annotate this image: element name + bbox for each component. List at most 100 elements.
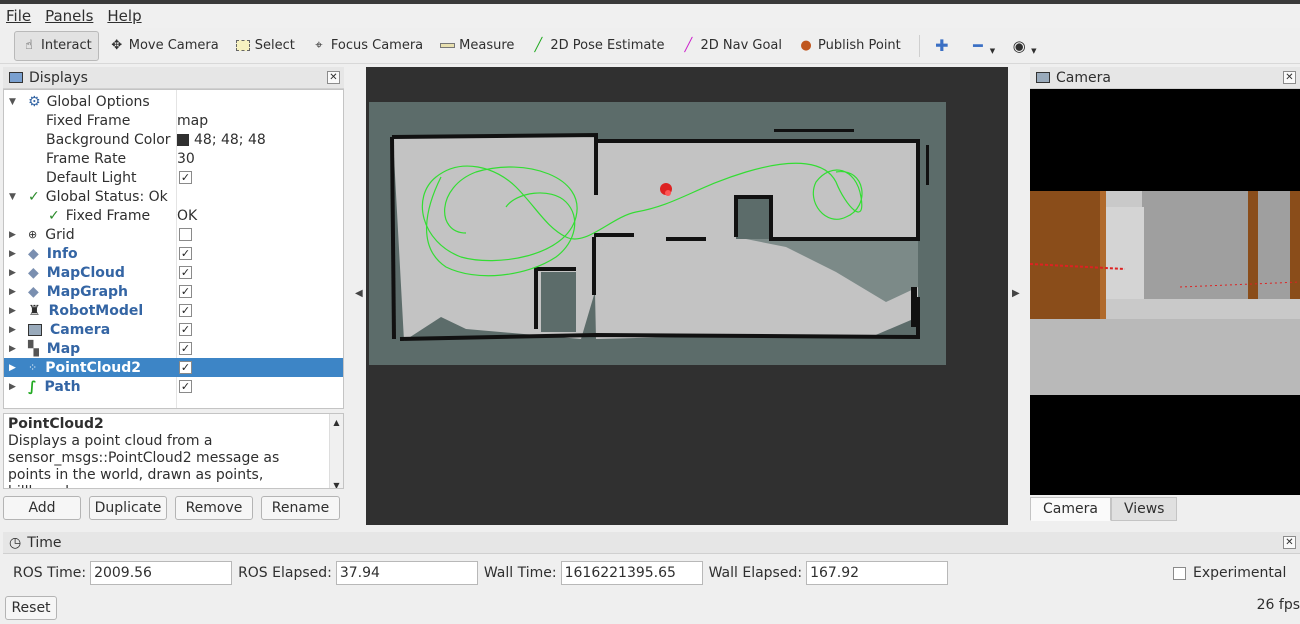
views-tool-button[interactable]: ◉ ▼ <box>1005 31 1042 61</box>
expand-arrow-icon[interactable]: ▶ <box>9 382 16 392</box>
expand-arrow-icon[interactable]: ▶ <box>9 344 16 354</box>
wall-time-field[interactable]: 1616221395.65 <box>560 561 703 585</box>
ros-elapsed-field[interactable]: 37.94 <box>335 561 478 585</box>
duplicate-button[interactable]: Duplicate <box>89 496 167 520</box>
camera-checkbox[interactable]: ✓ <box>179 323 192 336</box>
expand-arrow-icon[interactable]: ▶ <box>9 325 16 335</box>
scene-wood-pillar-left <box>1030 191 1100 319</box>
occupancy-map <box>369 102 946 365</box>
default-light-checkbox[interactable]: ✓ <box>179 171 192 184</box>
info-checkbox[interactable]: ✓ <box>179 247 192 260</box>
focus-camera-tool-button[interactable]: ⌖ Focus Camera <box>305 31 429 61</box>
tree-row-pointcloud2[interactable]: ▶ ⁘ PointCloud2 ✓ <box>4 358 343 377</box>
nav-goal-tool-button[interactable]: ╱ 2D Nav Goal <box>674 31 788 61</box>
time-panel: ◷ Time ✕ ROS Time: 2009.56 ROS Elapsed: … <box>3 532 1300 624</box>
expand-arrow-icon[interactable]: ▶ <box>9 306 16 316</box>
expand-arrow-icon[interactable]: ▶ <box>9 230 16 240</box>
pose-estimate-tool-button[interactable]: ╱ 2D Pose Estimate <box>524 31 670 61</box>
grid-checkbox[interactable] <box>179 228 192 241</box>
select-box-icon <box>235 38 251 54</box>
tree-row-path[interactable]: ▶ ∫ Path ✓ <box>4 377 343 396</box>
map-checkbox[interactable]: ✓ <box>179 342 192 355</box>
tab-views[interactable]: Views <box>1110 497 1178 521</box>
mapcloud-checkbox[interactable]: ✓ <box>179 266 192 279</box>
chevron-down-icon: ▼ <box>1031 46 1037 55</box>
scene-doorway <box>1106 207 1144 299</box>
tree-row-background-color[interactable]: Background Color 48; 48; 48 <box>4 130 343 149</box>
menu-file[interactable]: File <box>6 7 31 25</box>
mapgraph-checkbox[interactable]: ✓ <box>179 285 192 298</box>
camera-image <box>1030 89 1300 495</box>
experimental-checkbox[interactable] <box>1173 566 1186 580</box>
experimental-toggle[interactable]: Experimental <box>1173 561 1286 585</box>
frame-rate-value[interactable]: 30 <box>177 151 195 167</box>
pointcloud-icon: ⁘ <box>28 361 38 374</box>
tree-row-robotmodel[interactable]: ▶ ♜ RobotModel ✓ <box>4 301 343 320</box>
tree-row-global-options[interactable]: ▼ ⚙ Global Options <box>4 92 343 111</box>
tree-row-map[interactable]: ▶ ▚ Map ✓ <box>4 339 343 358</box>
rename-button[interactable]: Rename <box>261 496 340 520</box>
expand-arrow-icon[interactable]: ▼ <box>9 192 16 202</box>
remove-button[interactable]: Remove <box>175 496 253 520</box>
robot-marker-point <box>665 190 671 196</box>
tree-row-default-light[interactable]: Default Light ✓ <box>4 168 343 187</box>
tree-row-mapcloud[interactable]: ▶ ◆ MapCloud ✓ <box>4 263 343 282</box>
robot-icon: ♜ <box>28 302 41 319</box>
tool-bar: ☝ Interact ✥ Move Camera Select ⌖ Focus Cam… <box>0 28 1300 64</box>
tree-row-frame-rate[interactable]: Frame Rate 30 <box>4 149 343 168</box>
check-icon: ✓ <box>48 207 60 224</box>
path-icon: ∫ <box>28 378 37 395</box>
monitor-icon <box>9 72 23 83</box>
tree-row-camera[interactable]: ▶ Camera ✓ <box>4 320 343 339</box>
expand-arrow-icon[interactable]: ▶ <box>9 363 16 373</box>
remove-tool-button[interactable]: ━ ▼ <box>964 31 1001 61</box>
camera-icon <box>1036 72 1050 83</box>
check-icon: ✓ <box>28 188 40 205</box>
render-viewport[interactable] <box>366 67 1008 525</box>
collapse-left-icon[interactable]: ◀ <box>355 288 363 299</box>
close-icon[interactable]: ✕ <box>327 71 340 84</box>
ros-time-field[interactable]: 2009.56 <box>90 561 233 585</box>
crosshair-icon: ⌖ <box>315 38 323 53</box>
wall-elapsed-field[interactable]: 167.92 <box>806 561 949 585</box>
time-panel-title: ◷ Time ✕ <box>3 532 1300 554</box>
expand-arrow-icon[interactable]: ▶ <box>9 287 16 297</box>
menu-help[interactable]: Help <box>107 7 141 25</box>
tree-row-mapgraph[interactable]: ▶ ◆ MapGraph ✓ <box>4 282 343 301</box>
collapse-right-icon[interactable]: ▶ <box>1012 288 1020 299</box>
move-arrows-icon: ✥ <box>111 38 123 53</box>
menu-bar: File Panels Help <box>0 4 1300 28</box>
reset-button[interactable]: Reset <box>5 596 57 620</box>
toolbar-separator <box>918 34 920 57</box>
menu-panels[interactable]: Panels <box>45 7 93 25</box>
pointcloud2-checkbox[interactable]: ✓ <box>179 361 192 374</box>
publish-point-tool-button[interactable]: ● Publish Point <box>792 31 907 61</box>
add-button[interactable]: Add <box>3 496 81 520</box>
interact-tool-button[interactable]: ☝ Interact <box>14 30 99 61</box>
move-camera-tool-button[interactable]: ✥ Move Camera <box>103 31 225 61</box>
select-tool-button[interactable]: Select <box>229 31 301 61</box>
path-checkbox[interactable]: ✓ <box>179 380 192 393</box>
tree-row-info[interactable]: ▶ ◆ Info ✓ <box>4 244 343 263</box>
expand-arrow-icon[interactable]: ▶ <box>9 249 16 259</box>
tree-row-global-status[interactable]: ▼ ✓ Global Status: Ok <box>4 187 343 206</box>
close-icon[interactable]: ✕ <box>1283 71 1296 84</box>
expand-arrow-icon[interactable]: ▼ <box>9 97 16 107</box>
close-icon[interactable]: ✕ <box>1283 536 1296 549</box>
tab-camera[interactable]: Camera <box>1030 497 1111 521</box>
color-swatch <box>177 133 189 146</box>
expand-arrow-icon[interactable]: ▶ <box>9 268 16 278</box>
robotmodel-checkbox[interactable]: ✓ <box>179 304 192 317</box>
displays-panel: Displays ✕ ▼ ⚙ Global Options Fixed Frame… <box>3 67 344 527</box>
camera-tabs: Camera Views <box>1030 497 1178 521</box>
fixed-frame-value[interactable]: map <box>177 113 208 129</box>
description-scrollbar[interactable]: ▲ ▼ <box>329 414 343 488</box>
scroll-down-icon[interactable]: ▼ <box>330 477 343 488</box>
add-tool-button[interactable]: ✚ <box>928 31 960 61</box>
measure-tool-button[interactable]: Measure <box>433 31 520 61</box>
gear-icon: ⚙ <box>28 93 41 110</box>
tree-row-grid[interactable]: ▶ ⊕ Grid <box>4 225 343 244</box>
tree-row-status-fixed-frame[interactable]: ✓ Fixed Frame OK <box>4 206 343 225</box>
scroll-up-icon[interactable]: ▲ <box>330 414 343 431</box>
tree-row-fixed-frame[interactable]: Fixed Frame map <box>4 111 343 130</box>
